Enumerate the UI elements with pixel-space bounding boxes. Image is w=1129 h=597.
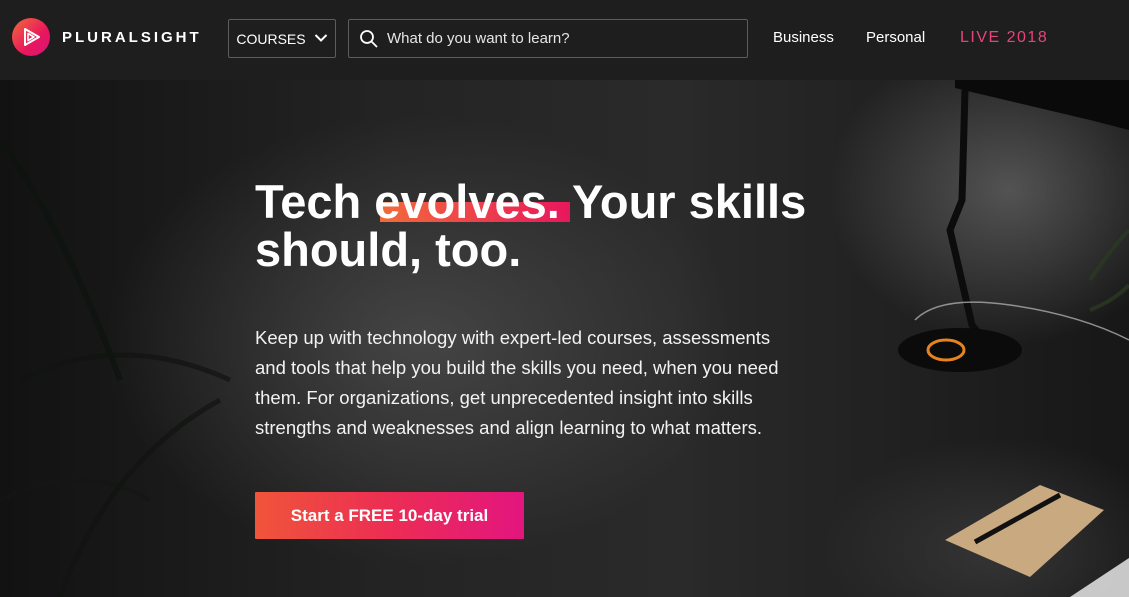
nav-link-business[interactable]: Business [773, 29, 834, 46]
logo-wordmark: PLURALSIGHT [62, 28, 202, 46]
hero-description: Keep up with technology with expert-led … [255, 327, 779, 438]
nav-link-live-2018[interactable]: LIVE 2018 [960, 29, 1048, 47]
search-icon [359, 29, 379, 49]
headline-highlight-word: evolves. [374, 175, 560, 228]
search-input[interactable] [385, 29, 747, 48]
play-triangle-logo-icon [12, 18, 50, 56]
nav-link-personal[interactable]: Personal [866, 29, 925, 46]
courses-label: COURSES [236, 30, 306, 47]
free-trial-button[interactable]: Start a FREE 10-day trial [255, 492, 524, 539]
hero-headline: Tech evolves. Your skills should, too. [255, 178, 815, 274]
headline-part-1: Tech [255, 175, 375, 228]
pluralsight-logo[interactable]: PLURALSIGHT [12, 18, 202, 56]
courses-dropdown-button[interactable]: COURSES [228, 19, 336, 58]
hero-section: Tech evolves. Your skills should, too. K… [0, 80, 1129, 597]
chevron-down-icon [314, 30, 328, 48]
search-box[interactable] [348, 19, 748, 58]
top-navigation: PLURALSIGHT COURSES Business Personal LI… [0, 0, 1129, 80]
